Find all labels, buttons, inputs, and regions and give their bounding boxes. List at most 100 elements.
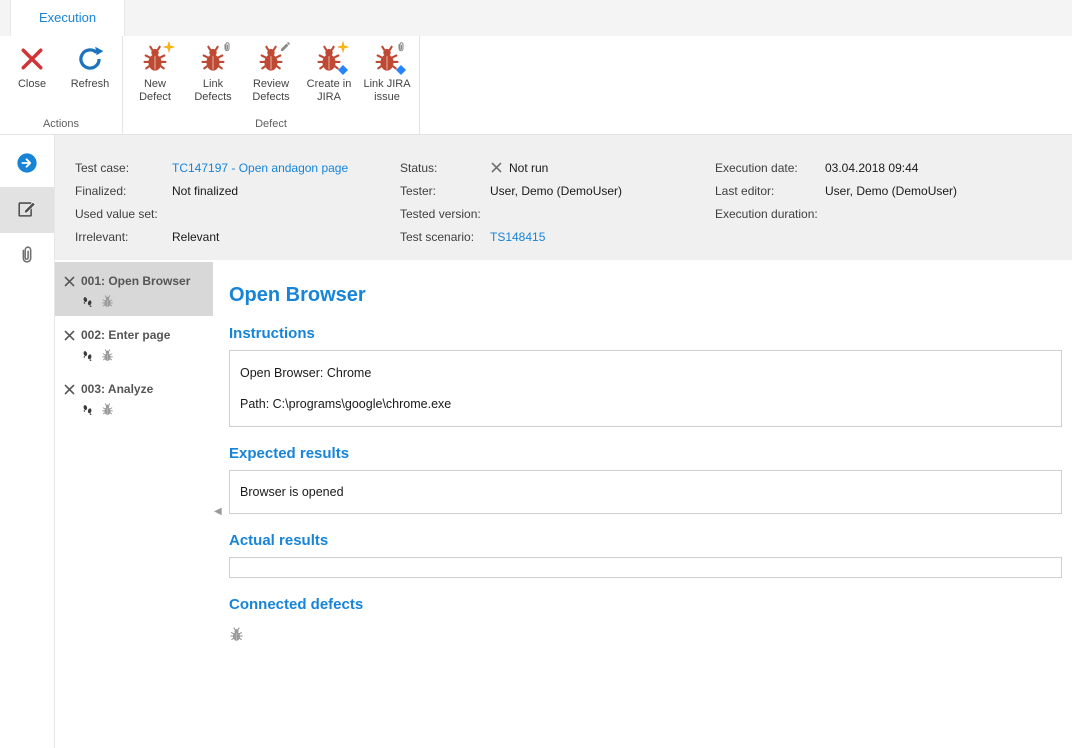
step-icons — [81, 349, 207, 362]
step-header: 003: Analyze — [63, 382, 207, 396]
connected-defects-heading: Connected defects — [229, 596, 1062, 613]
field-label: Finalized: — [75, 184, 172, 198]
test-case-link[interactable]: TC147197 - Open andagon page — [172, 161, 348, 175]
create-in-jira-label: Create in JIRA — [304, 78, 354, 104]
field-execution-date: Execution date: 03.04.2018 09:44 — [715, 156, 957, 179]
jira-badge-icon — [337, 64, 349, 76]
actions-buttons: Close Refresh — [3, 36, 119, 116]
ribbon-group-defect: New Defect Link Defects Review Defects — [123, 36, 420, 134]
go-arrow-icon — [16, 152, 38, 177]
ribbon: Close Refresh Actions New Defe — [0, 36, 1072, 135]
ribbon-group-actions-label: Actions — [3, 116, 119, 134]
execution-details-panel: Test case: TC147197 - Open andagon page … — [55, 135, 1072, 260]
defect-buttons: New Defect Link Defects Review Defects — [126, 36, 416, 116]
sidebar-item-edit-steps[interactable] — [0, 187, 54, 233]
sidebar-item-overview[interactable] — [0, 141, 54, 187]
sidebar-item-attachments[interactable] — [0, 233, 54, 279]
tester-value: User, Demo (DemoUser) — [490, 184, 622, 198]
ribbon-tabbar: Execution — [0, 0, 1072, 36]
field-execution-duration: Execution duration: — [715, 202, 957, 225]
field-irrelevant: Irrelevant: Relevant — [75, 225, 348, 248]
link-jira-issue-button[interactable]: Link JIRA issue — [358, 36, 416, 107]
review-defects-label: Review Defects — [246, 78, 296, 104]
tab-execution[interactable]: Execution — [10, 0, 125, 36]
instructions-box: Open Browser: Chrome Path: C:\programs\g… — [229, 350, 1062, 427]
field-label: Test case: — [75, 161, 172, 175]
new-defect-label: New Defect — [130, 78, 180, 104]
close-button[interactable]: Close — [3, 36, 61, 94]
field-label: Tested version: — [400, 207, 490, 221]
test-steps-list: 001: Open Browser 002: Enter page 003: A… — [55, 260, 213, 748]
step-header: 001: Open Browser — [63, 274, 207, 288]
field-label: Test scenario: — [400, 230, 490, 244]
field-label: Execution duration: — [715, 207, 825, 221]
field-label: Status: — [400, 161, 490, 175]
finalized-value: Not finalized — [172, 184, 238, 198]
footprints-icon — [81, 403, 94, 416]
status-value: Not run — [509, 161, 548, 175]
pencil-badge-icon — [279, 41, 291, 53]
refresh-button[interactable]: Refresh — [61, 36, 119, 94]
field-label: Execution date: — [715, 161, 825, 175]
link-defects-label: Link Defects — [188, 78, 238, 104]
actual-results-heading: Actual results — [229, 532, 1062, 549]
step-title: Open Browser — [229, 284, 1062, 307]
field-last-editor: Last editor: User, Demo (DemoUser) — [715, 179, 957, 202]
field-tested-version: Tested version: — [400, 202, 622, 225]
left-icon-strip — [0, 135, 55, 748]
field-finalized: Finalized: Not finalized — [75, 179, 348, 202]
sparkle-badge-icon — [163, 41, 175, 53]
step-label: 002: Enter page — [81, 328, 170, 342]
step-item-002[interactable]: 002: Enter page — [55, 316, 213, 370]
bug-pencil-icon — [257, 45, 285, 73]
step-icons — [81, 295, 207, 308]
instruction-line: Open Browser: Chrome — [240, 366, 1051, 380]
refresh-icon — [76, 45, 104, 73]
details-column-1: Test case: TC147197 - Open andagon page … — [75, 156, 348, 248]
test-scenario-link[interactable]: TS148415 — [490, 230, 545, 244]
paperclip-badge-icon — [395, 41, 407, 53]
step-label: 003: Analyze — [81, 382, 153, 396]
review-defects-button[interactable]: Review Defects — [242, 36, 300, 107]
step-item-003[interactable]: 003: Analyze — [55, 370, 213, 424]
details-column-3: Execution date: 03.04.2018 09:44 Last ed… — [715, 156, 957, 225]
collapse-panel-arrow-icon[interactable]: ◀ — [214, 506, 222, 517]
step-defect-icon — [101, 295, 114, 308]
field-tester: Tester: User, Demo (DemoUser) — [400, 179, 622, 202]
step-defect-icon — [101, 403, 114, 416]
new-defect-button[interactable]: New Defect — [126, 36, 184, 107]
link-defects-button[interactable]: Link Defects — [184, 36, 242, 107]
instruction-line: Path: C:\programs\google\chrome.exe — [240, 397, 1051, 411]
bug-sparkle-jira-icon — [315, 45, 343, 73]
ribbon-group-actions: Close Refresh Actions — [0, 36, 123, 134]
field-test-case: Test case: TC147197 - Open andagon page — [75, 156, 348, 179]
paperclip-badge-icon — [221, 41, 233, 53]
refresh-button-label: Refresh — [65, 78, 115, 91]
step-header: 002: Enter page — [63, 328, 207, 342]
field-test-scenario: Test scenario: TS148415 — [400, 225, 622, 248]
step-item-001[interactable]: 001: Open Browser — [55, 262, 213, 316]
step-detail-panel: ◀ Open Browser Instructions Open Browser… — [213, 260, 1072, 748]
step-status-x-icon — [63, 275, 76, 288]
details-column-2: Status: Not run Tester: User, Demo (Demo… — [400, 156, 622, 248]
connected-defects-bug-icon — [229, 627, 244, 642]
bug-sparkle-icon — [141, 45, 169, 73]
step-label: 001: Open Browser — [81, 274, 190, 288]
actual-results-input[interactable] — [229, 557, 1062, 578]
attachment-icon — [16, 244, 38, 269]
bug-paperclip-icon — [199, 45, 227, 73]
expected-results-box: Browser is opened — [229, 470, 1062, 514]
step-status-x-icon — [63, 383, 76, 396]
edit-step-icon — [16, 198, 38, 223]
step-defect-icon — [101, 349, 114, 362]
close-icon — [18, 45, 46, 73]
expected-results-text: Browser is opened — [240, 485, 344, 499]
link-jira-issue-label: Link JIRA issue — [362, 78, 412, 104]
execution-date-value: 03.04.2018 09:44 — [825, 161, 918, 175]
create-in-jira-button[interactable]: Create in JIRA — [300, 36, 358, 107]
ribbon-group-defect-label: Defect — [126, 116, 416, 134]
step-icons — [81, 403, 207, 416]
footprints-icon — [81, 349, 94, 362]
field-label: Used value set: — [75, 207, 172, 221]
sparkle-badge-icon — [337, 41, 349, 53]
